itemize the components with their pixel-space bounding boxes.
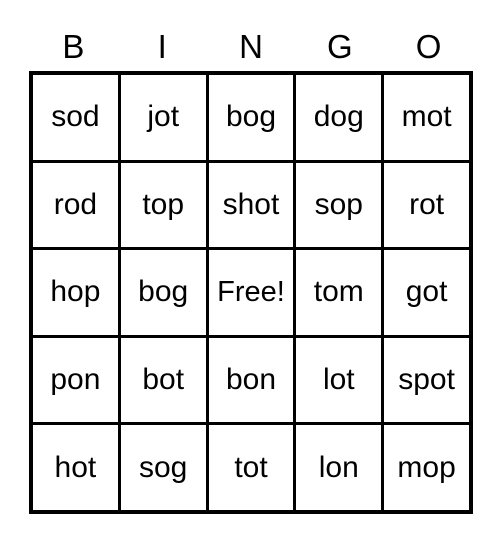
bingo-cell-label: tot [234,450,268,484]
bingo-cell-label: sog [139,450,188,484]
bingo-cell[interactable]: sop [296,162,385,248]
bingo-row: rod top shot sop rot [33,162,469,251]
bingo-row: pon bot bon lot spot [33,337,469,426]
bingo-cell[interactable]: mop [384,425,469,510]
bingo-cell-label: pon [50,363,101,397]
bingo-cell[interactable]: hot [33,425,121,510]
bingo-cell[interactable]: jot [120,75,209,160]
bingo-cell-label: hot [54,450,97,484]
bingo-cell-label: lot [322,363,355,397]
bingo-cell-label: dog [313,100,364,134]
bingo-cell[interactable]: lon [296,425,385,510]
bingo-cell[interactable]: spot [384,337,469,423]
bingo-cell-label: mot [401,100,452,134]
bingo-cell[interactable]: lot [296,337,385,423]
bingo-cell[interactable]: bog [120,250,209,335]
bingo-header-letter-b: B [62,28,85,65]
bingo-cell-label: rot [409,187,445,221]
bingo-cell-label: jot [147,100,180,134]
bingo-cell[interactable]: hop [33,250,121,335]
bingo-cell-label: sop [314,187,363,221]
bingo-cell-label: bon [225,363,277,397]
bingo-cell-label: mop [397,450,456,484]
bingo-cell-label: bog [225,100,277,134]
bingo-cell-label: hop [50,275,101,309]
bingo-cell[interactable]: rot [384,162,469,248]
bingo-cell[interactable]: mot [384,75,469,160]
bingo-cell[interactable]: shot [208,162,297,248]
bingo-cell-label: top [142,187,185,221]
bingo-cell-label: tom [313,275,364,309]
bingo-cell-label: shot [222,187,280,221]
bingo-cell[interactable]: tot [208,425,297,510]
bingo-cell-free-space[interactable]: Free! [208,250,297,335]
bingo-cell[interactable]: got [384,250,469,335]
bingo-header-row: B I N G O [29,22,473,71]
bingo-cell-label: bot [142,363,185,397]
bingo-row: hot sog tot lon mop [33,425,469,510]
bingo-cell-label: rod [53,187,98,221]
bingo-header-letter-o: O [415,28,442,65]
bingo-cell[interactable]: top [120,162,209,248]
bingo-cell[interactable]: bog [208,75,297,160]
bingo-header-letter-n: N [239,28,263,65]
bingo-cell-label: Free! [217,275,285,308]
bingo-cell-label: spot [398,363,455,397]
bingo-cell[interactable]: sog [120,425,209,510]
bingo-header-letter-i: I [157,28,167,65]
bingo-cell-label: got [405,275,448,309]
bingo-cell[interactable]: tom [296,250,385,335]
bingo-row: hop bog Free! tom got [33,250,469,338]
bingo-cell[interactable]: bon [208,337,297,423]
bingo-cell-label: bog [138,275,189,309]
bingo-cell-label: lon [318,450,359,484]
bingo-cell[interactable]: dog [296,75,385,160]
bingo-cell[interactable]: pon [33,337,121,423]
bingo-cell[interactable]: rod [33,162,121,248]
bingo-header-letter-g: G [326,28,353,65]
bingo-grid: sod jot bog dog mot rod top shot sop rot… [29,71,473,514]
bingo-row: sod jot bog dog mot [33,75,469,163]
bingo-card: B I N G O sod jot bog dog mot rod top sh… [0,0,502,544]
bingo-cell[interactable]: bot [120,337,209,423]
bingo-cell-label: sod [51,100,100,134]
bingo-cell[interactable]: sod [33,75,121,160]
